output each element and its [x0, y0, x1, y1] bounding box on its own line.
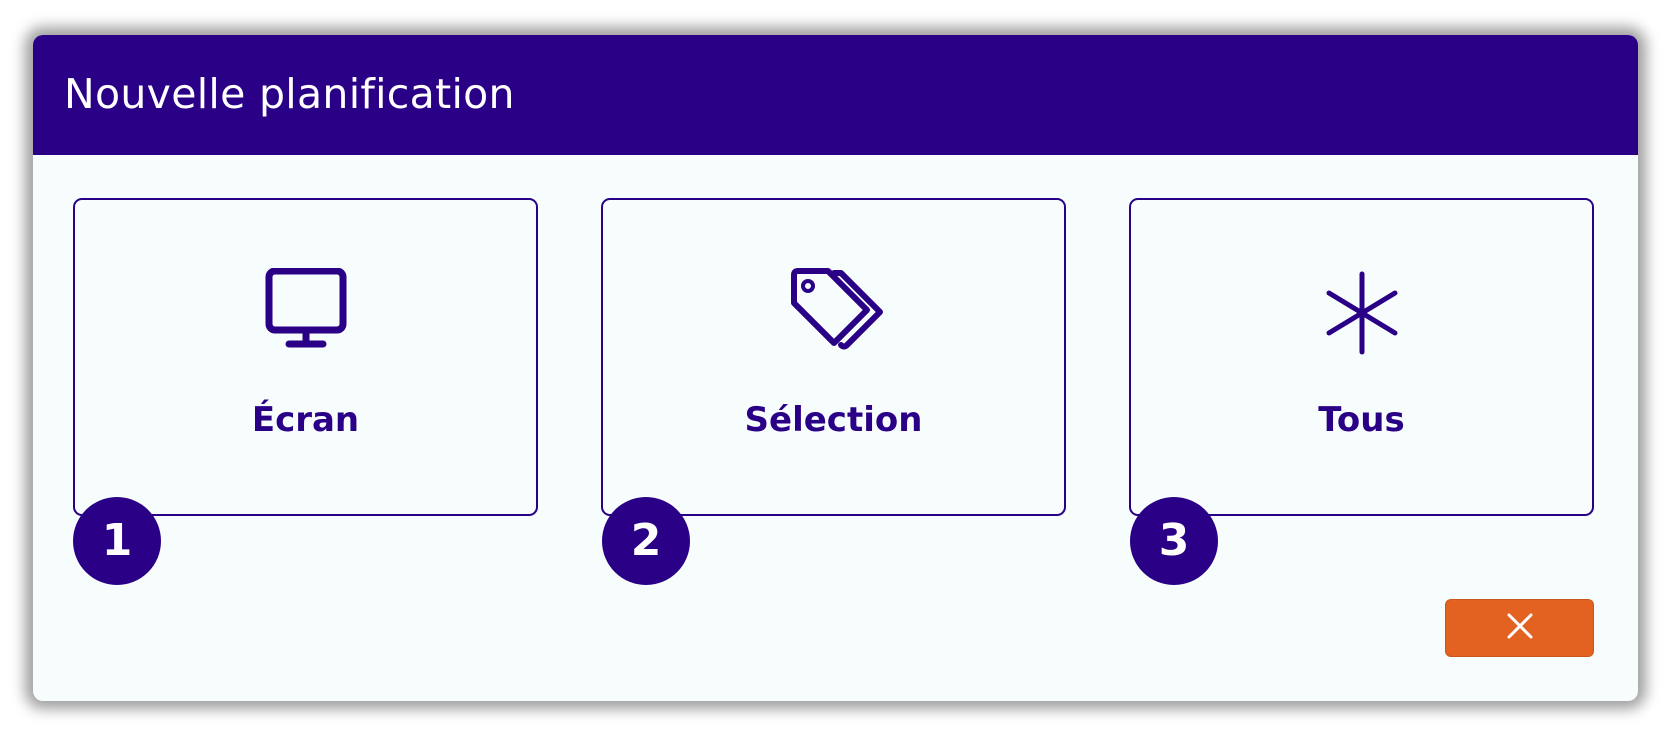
- asterisk-icon: [1307, 268, 1417, 358]
- step-badge-3: 3: [1130, 497, 1218, 585]
- option-card-selection[interactable]: Sélection: [601, 198, 1066, 516]
- option-label-selection: Sélection: [744, 400, 923, 440]
- option-card-all[interactable]: Tous: [1129, 198, 1594, 516]
- monitor-icon: [251, 268, 361, 358]
- option-label-screen: Écran: [251, 400, 360, 440]
- step-badge-1: 1: [73, 497, 161, 585]
- close-button[interactable]: [1445, 599, 1594, 657]
- step-badge-2: 2: [602, 497, 690, 585]
- close-icon: [1506, 612, 1534, 644]
- dialog-header: Nouvelle planification: [33, 35, 1638, 155]
- option-label-all: Tous: [1318, 400, 1405, 440]
- new-schedule-dialog: Nouvelle planification Écran Sélection T…: [33, 35, 1638, 701]
- option-card-screen[interactable]: Écran: [73, 198, 538, 516]
- tags-icon: [779, 268, 889, 358]
- dialog-title: Nouvelle planification: [64, 70, 515, 118]
